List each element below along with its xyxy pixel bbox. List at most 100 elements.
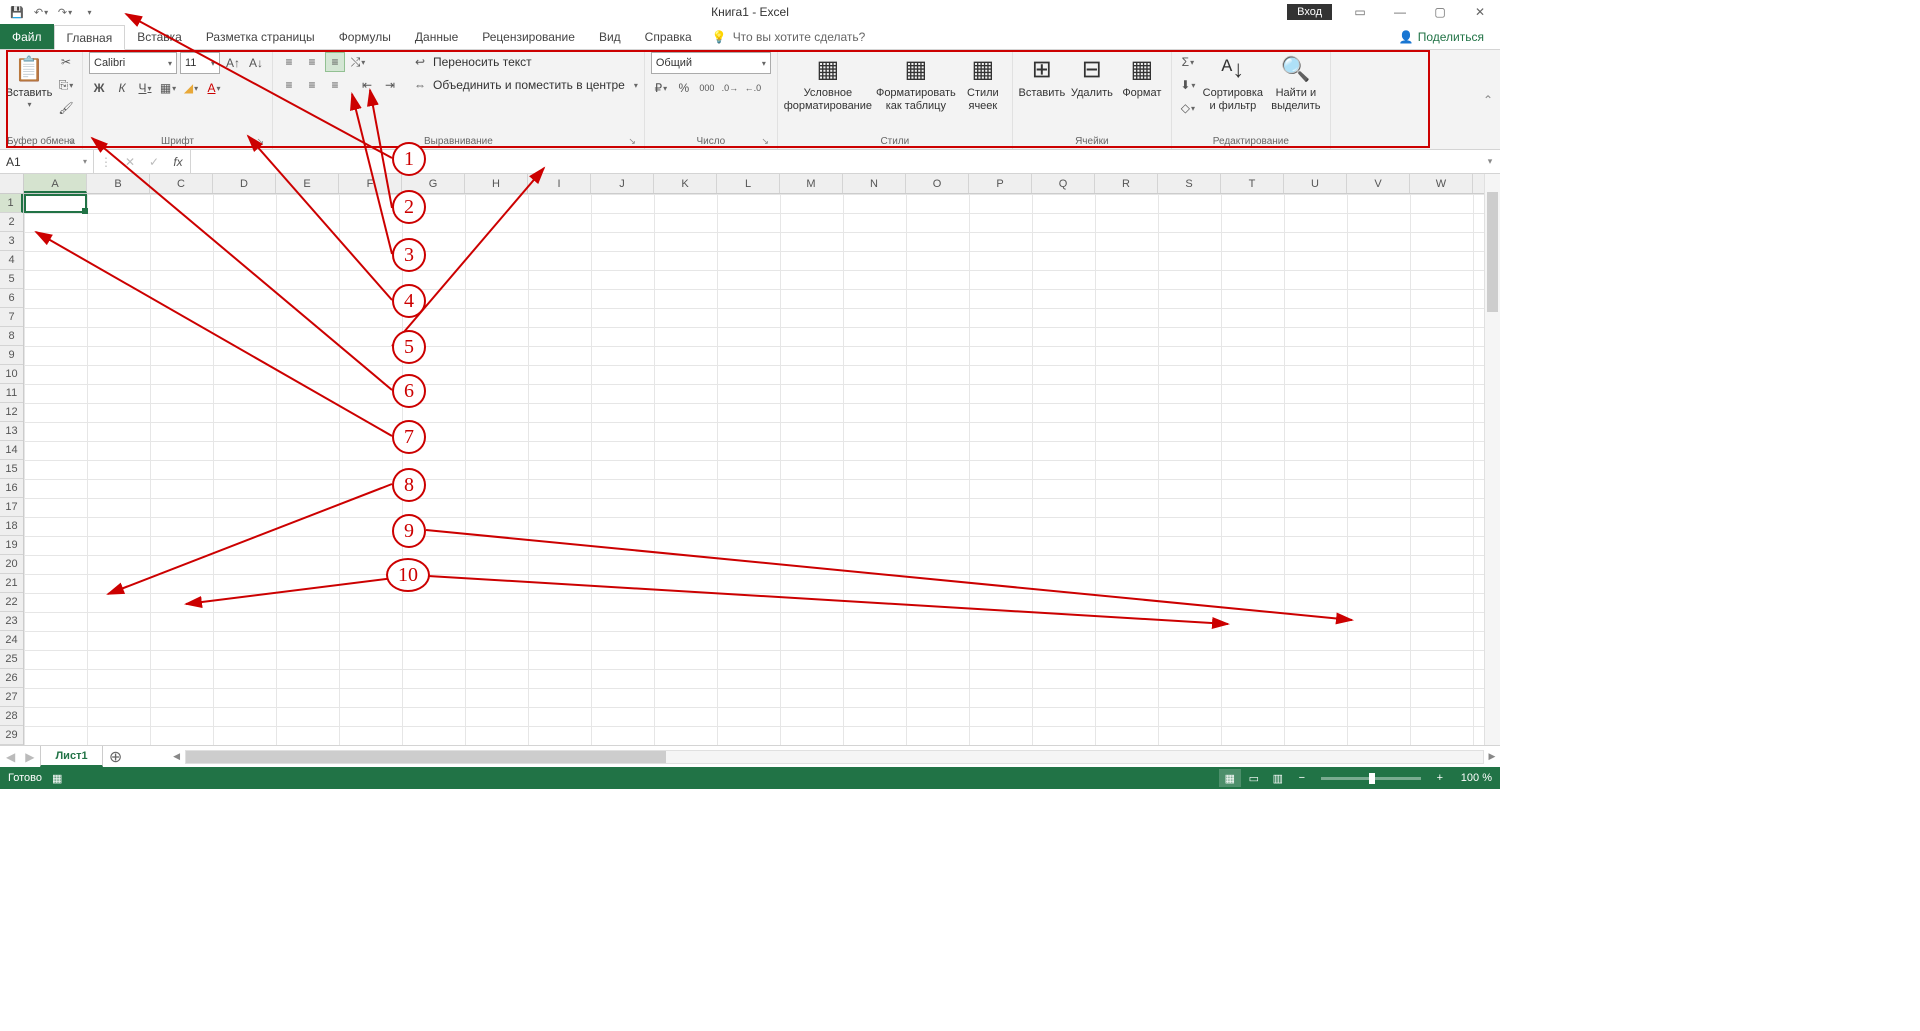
normal-view-icon[interactable]: ▦ xyxy=(1219,769,1241,787)
column-header[interactable]: C xyxy=(150,174,213,193)
hscroll-thumb[interactable] xyxy=(186,751,666,763)
name-box[interactable]: A1▾ xyxy=(0,150,94,173)
increase-indent-icon[interactable]: ⇥ xyxy=(380,75,400,95)
zoom-in-icon[interactable]: + xyxy=(1429,769,1451,787)
comma-icon[interactable]: 000 xyxy=(697,78,717,98)
sheet-prev-icon[interactable]: ◀ xyxy=(6,750,15,764)
vertical-scrollbar[interactable] xyxy=(1484,174,1500,745)
align-bottom-icon[interactable]: ≡ xyxy=(325,52,345,72)
decrease-font-icon[interactable]: A↓ xyxy=(246,53,266,73)
decrease-indent-icon[interactable]: ⇤ xyxy=(357,75,377,95)
row-header[interactable]: 13 xyxy=(0,422,23,441)
fill-icon[interactable]: ⬇▾ xyxy=(1178,75,1198,95)
row-header[interactable]: 10 xyxy=(0,365,23,384)
tab-view[interactable]: Вид xyxy=(587,24,633,49)
font-size-combo[interactable]: 11▾ xyxy=(180,52,220,74)
cell-styles-button[interactable]: ▦Стили ячеек xyxy=(960,52,1006,117)
row-header[interactable]: 7 xyxy=(0,308,23,327)
row-header[interactable]: 28 xyxy=(0,707,23,726)
sheet-tab[interactable]: Лист1 xyxy=(40,746,102,767)
maximize-icon[interactable]: ▢ xyxy=(1420,0,1460,24)
dropdown-icon[interactable]: ⋮ xyxy=(94,155,118,169)
find-select-button[interactable]: 🔍Найти и выделить xyxy=(1268,52,1324,117)
conditional-formatting-button[interactable]: ▦Условное форматирование xyxy=(784,52,872,117)
column-header[interactable]: V xyxy=(1347,174,1410,193)
macro-record-icon[interactable]: ▦ xyxy=(52,772,62,785)
borders-icon[interactable]: ▦▾ xyxy=(158,78,178,98)
column-header[interactable]: N xyxy=(843,174,906,193)
page-layout-view-icon[interactable]: ▭ xyxy=(1243,769,1265,787)
row-header[interactable]: 12 xyxy=(0,403,23,422)
close-icon[interactable]: ✕ xyxy=(1460,0,1500,24)
row-header[interactable]: 9 xyxy=(0,346,23,365)
cut-icon[interactable]: ✂ xyxy=(56,52,76,72)
wrap-text-button[interactable]: ↩Переносить текст xyxy=(410,52,638,72)
dialog-launcher-icon[interactable]: ↘ xyxy=(628,136,636,147)
tab-file[interactable]: Файл xyxy=(0,24,54,49)
row-header[interactable]: 2 xyxy=(0,213,23,232)
italic-button[interactable]: К xyxy=(112,78,132,98)
ribbon-options-icon[interactable]: ▭ xyxy=(1340,0,1380,24)
tab-help[interactable]: Справка xyxy=(633,24,704,49)
column-header[interactable]: R xyxy=(1095,174,1158,193)
tab-review[interactable]: Рецензирование xyxy=(470,24,587,49)
row-header[interactable]: 6 xyxy=(0,289,23,308)
fill-color-icon[interactable]: ◢▾ xyxy=(181,78,201,98)
tab-insert[interactable]: Вставка xyxy=(125,24,194,49)
merge-center-button[interactable]: ⇔Объединить и поместить в центре▾ xyxy=(410,75,638,95)
column-header[interactable]: K xyxy=(654,174,717,193)
column-header[interactable]: B xyxy=(87,174,150,193)
column-header[interactable]: T xyxy=(1221,174,1284,193)
column-header[interactable]: O xyxy=(906,174,969,193)
row-header[interactable]: 24 xyxy=(0,631,23,650)
enter-icon[interactable]: ✓ xyxy=(142,155,166,169)
row-header[interactable]: 8 xyxy=(0,327,23,346)
column-header[interactable]: E xyxy=(276,174,339,193)
sort-filter-button[interactable]: ᴬ↓Сортировка и фильтр xyxy=(1202,52,1264,117)
fx-icon[interactable]: fx xyxy=(166,155,190,169)
tab-formulas[interactable]: Формулы xyxy=(327,24,403,49)
font-color-icon[interactable]: A▾ xyxy=(204,78,224,98)
decrease-decimal-icon[interactable]: ←.0 xyxy=(743,78,763,98)
bold-button[interactable]: Ж xyxy=(89,78,109,98)
underline-button[interactable]: Ч▾ xyxy=(135,78,155,98)
row-header[interactable]: 4 xyxy=(0,251,23,270)
column-header[interactable]: A xyxy=(24,174,87,193)
row-header[interactable]: 1 xyxy=(0,194,23,213)
tell-me-search[interactable]: 💡 Что вы хотите сделать? xyxy=(704,24,874,49)
increase-decimal-icon[interactable]: .0→ xyxy=(720,78,740,98)
row-header[interactable]: 21 xyxy=(0,574,23,593)
clear-icon[interactable]: ◇▾ xyxy=(1178,98,1198,118)
zoom-slider[interactable] xyxy=(1321,777,1421,780)
row-header[interactable]: 29 xyxy=(0,726,23,745)
row-header[interactable]: 15 xyxy=(0,460,23,479)
dialog-launcher-icon[interactable]: ↘ xyxy=(761,136,769,147)
horizontal-scrollbar[interactable]: ◀ ▶ xyxy=(169,746,1500,767)
row-header[interactable]: 22 xyxy=(0,593,23,612)
column-header[interactable]: F xyxy=(339,174,402,193)
row-header[interactable]: 20 xyxy=(0,555,23,574)
insert-cells-button[interactable]: ⊞Вставить xyxy=(1019,52,1065,104)
copy-icon[interactable]: ⎘▾ xyxy=(56,75,76,95)
column-header[interactable]: Q xyxy=(1032,174,1095,193)
align-center-icon[interactable]: ≡ xyxy=(302,75,322,95)
row-header[interactable]: 19 xyxy=(0,536,23,555)
row-header[interactable]: 27 xyxy=(0,688,23,707)
dialog-launcher-icon[interactable]: ↘ xyxy=(66,136,74,147)
row-header[interactable]: 23 xyxy=(0,612,23,631)
align-top-icon[interactable]: ≡ xyxy=(279,52,299,72)
align-middle-icon[interactable]: ≡ xyxy=(302,52,322,72)
row-header[interactable]: 25 xyxy=(0,650,23,669)
row-header[interactable]: 5 xyxy=(0,270,23,289)
align-right-icon[interactable]: ≡ xyxy=(325,75,345,95)
format-painter-icon[interactable]: 🖌 xyxy=(56,98,76,118)
tab-data[interactable]: Данные xyxy=(403,24,470,49)
font-name-combo[interactable]: Calibri▾ xyxy=(89,52,177,74)
page-break-view-icon[interactable]: ▥ xyxy=(1267,769,1289,787)
format-cells-button[interactable]: ▦Формат xyxy=(1119,52,1165,104)
format-as-table-button[interactable]: ▦Форматировать как таблицу xyxy=(876,52,956,117)
row-header[interactable]: 11 xyxy=(0,384,23,403)
active-cell[interactable] xyxy=(24,194,87,213)
row-header[interactable]: 17 xyxy=(0,498,23,517)
tab-home[interactable]: Главная xyxy=(54,25,126,50)
